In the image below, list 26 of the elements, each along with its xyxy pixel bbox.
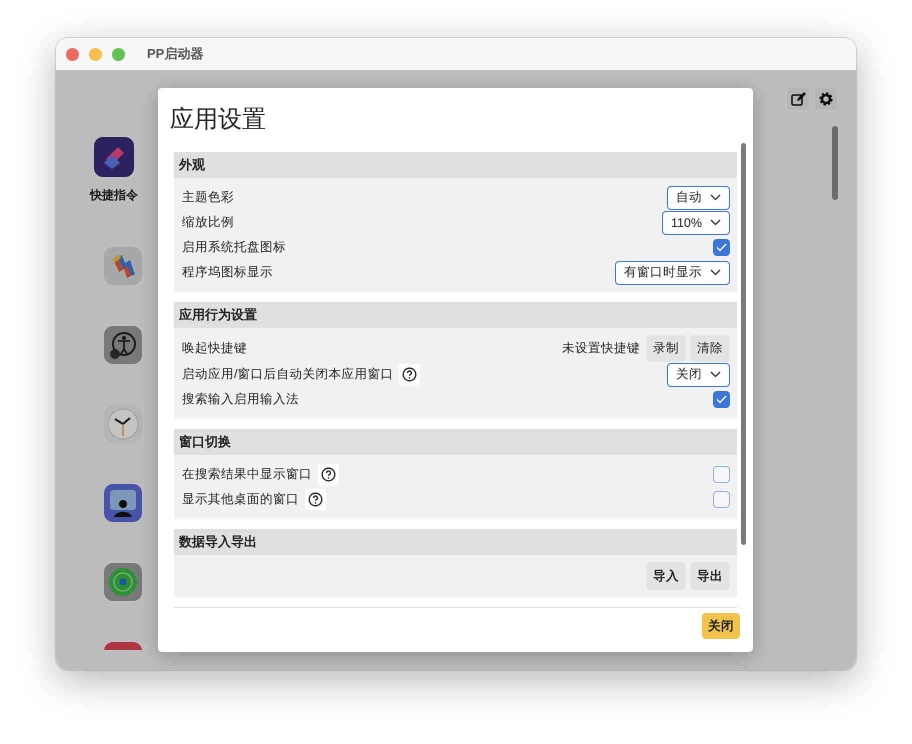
setting-label: 在搜索结果中显示窗口 <box>182 466 312 483</box>
dialog-title: 应用设置 <box>170 105 266 135</box>
section-title: 应用行为设置 <box>179 306 257 324</box>
close-button[interactable]: 关闭 <box>702 613 740 639</box>
setting-label: 程序坞图标显示 <box>182 264 273 281</box>
window-title: PP启动器 <box>147 45 204 63</box>
select-dropdown[interactable]: 有窗口时显示 <box>615 260 730 284</box>
select-dropdown[interactable]: 自动 <box>667 186 730 210</box>
setting-label: 启动应用/窗口后自动关闭本应用窗口 <box>182 366 394 383</box>
setting-label: 启用系统托盘图标 <box>182 239 286 256</box>
section-title: 窗口切换 <box>179 433 231 451</box>
setting-label: 缩放比例 <box>182 214 234 231</box>
section-title: 数据导入导出 <box>179 533 257 551</box>
section-title: 外观 <box>179 156 205 174</box>
select-dropdown[interactable]: 110% <box>662 210 730 234</box>
setting-label: 唤起快捷键 <box>182 340 247 357</box>
action-button[interactable]: 导入 <box>646 562 686 590</box>
action-button[interactable]: 录制 <box>646 335 686 362</box>
setting-label: 搜索输入启用输入法 <box>182 391 299 408</box>
app-name: 快捷指令 <box>90 187 138 204</box>
action-button[interactable]: 清除 <box>690 335 730 362</box>
action-button[interactable]: 导出 <box>690 562 730 590</box>
shortcut-status: 未设置快捷键 <box>562 340 640 357</box>
setting-label: 主题色彩 <box>182 189 234 206</box>
setting-label: 显示其他桌面的窗口 <box>182 491 299 508</box>
select-dropdown[interactable]: 关闭 <box>667 362 730 386</box>
